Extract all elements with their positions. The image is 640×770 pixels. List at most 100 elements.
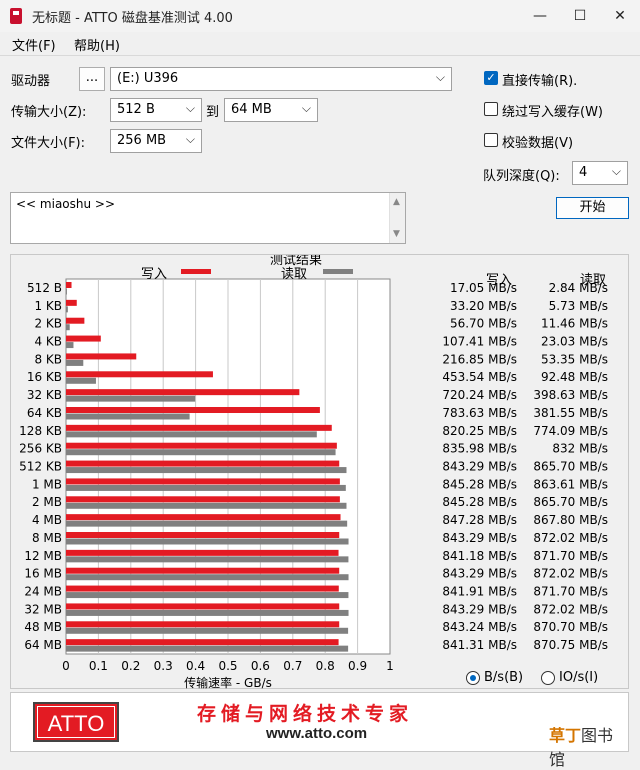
file-size-select[interactable]: 256 MB ⌵ (110, 129, 202, 153)
transfer-from-value: 512 B (117, 102, 155, 117)
write-speed-value: 845.28 MB/s (442, 495, 517, 509)
bar-read (66, 627, 349, 634)
y-category-label: 64 MB (24, 638, 62, 652)
browse-button[interactable]: ... (79, 67, 105, 91)
write-speed-value: 843.29 MB/s (442, 567, 517, 581)
write-speed-value: 107.41 MB/s (442, 335, 517, 349)
write-speed-value: 17.05 MB/s (450, 281, 517, 295)
start-button[interactable]: 开始 (556, 197, 629, 219)
queue-depth-value: 4 (579, 165, 588, 180)
read-speed-value: 865.70 MB/s (533, 495, 608, 509)
read-speed-value: 398.63 MB/s (533, 388, 608, 402)
x-tick-label: 0.4 (186, 659, 205, 673)
bar-read (66, 467, 347, 474)
transfer-to-value: 64 MB (231, 102, 272, 117)
y-category-label: 16 KB (27, 370, 62, 384)
banner-url[interactable]: www.atto.com (266, 725, 367, 742)
read-speed-value: 5.73 MB/s (549, 299, 608, 313)
bar-read (66, 324, 70, 331)
legend-read-label: 读取 (281, 267, 307, 282)
x-axis-label: 传输速率 - GB/s (184, 675, 272, 690)
chevron-down-icon: ⌵ (301, 101, 311, 115)
transfer-to-label: 到 (206, 105, 220, 120)
transfer-from-select[interactable]: 512 B ⌵ (110, 98, 202, 122)
y-category-label: 256 KB (19, 442, 62, 456)
results-panel: 0 0.1 0.2 0.3 0.4 0.5 0.6 0.7 0.8 0.9 1 传输速率 - GB/s… (10, 254, 629, 690)
read-speed-value: 92.48 MB/s (541, 370, 608, 384)
banner-slogan: 存储与网络技术专家 (197, 703, 414, 725)
write-speed-value: 843.29 MB/s (442, 460, 517, 474)
bar-read (66, 502, 347, 509)
io-per-sec-radio[interactable] (541, 671, 555, 685)
x-tick-label: 0.2 (121, 659, 140, 673)
menu-file[interactable]: 文件(F) (12, 35, 56, 54)
write-speed-value: 56.70 MB/s (450, 317, 517, 331)
write-speed-value: 783.63 MB/s (442, 406, 517, 420)
bar-write (66, 514, 341, 521)
read-speed-value: 872.02 MB/s (533, 567, 608, 581)
direct-io-checkbox[interactable]: ✓ (484, 71, 498, 85)
bar-write (66, 424, 332, 431)
drive-select[interactable]: (E:) U396 ⌵ (110, 67, 452, 91)
description-text: << miaoshu >> (16, 197, 116, 211)
x-tick-label: 0.3 (154, 659, 173, 673)
file-size-label: 文件大小(F): (11, 136, 86, 151)
y-category-label: 64 KB (27, 406, 62, 420)
y-category-label: 512 KB (19, 460, 62, 474)
read-speed-value: 11.46 MB/s (541, 317, 608, 331)
read-speed-value: 870.70 MB/s (533, 620, 608, 634)
read-speed-value: 774.09 MB/s (533, 424, 608, 438)
bar-write (66, 317, 85, 324)
scroll-down-icon[interactable]: ▼ (393, 229, 400, 239)
bytes-per-sec-label: B/s(B) (484, 670, 524, 685)
bar-read (66, 574, 349, 581)
y-category-label: 48 MB (24, 620, 62, 634)
x-tick-label: 0.7 (283, 659, 302, 673)
bar-write (66, 371, 213, 378)
bar-read (66, 449, 336, 456)
bypass-cache-checkbox[interactable] (484, 102, 498, 116)
legend-read-swatch (323, 269, 353, 274)
bar-write (66, 532, 340, 538)
transfer-to-select[interactable]: 64 MB ⌵ (224, 98, 318, 122)
description-scrollbar[interactable]: ▲ ▼ (389, 193, 405, 243)
bar-read (66, 413, 190, 420)
legend-write-label: 写入 (141, 267, 167, 282)
read-speed-value: 871.70 MB/s (533, 585, 608, 599)
read-speed-value: 872.02 MB/s (533, 602, 608, 616)
minimize-button[interactable]: — (520, 4, 560, 28)
title-bar: 无标题 - ATTO 磁盘基准测试 4.00 — ☐ ✕ (0, 0, 640, 32)
bar-write (66, 389, 300, 396)
window-title: 无标题 - ATTO 磁盘基准测试 4.00 (32, 11, 233, 26)
verify-checkbox[interactable] (484, 133, 498, 147)
y-category-label: 16 MB (24, 567, 62, 581)
write-speed-value: 835.98 MB/s (442, 442, 517, 456)
bar-write (66, 639, 339, 646)
menu-help[interactable]: 帮助(H) (74, 35, 120, 54)
description-box[interactable]: << miaoshu >> ▲ ▼ (10, 192, 406, 244)
chevron-down-icon: ⌵ (185, 132, 195, 146)
x-tick-label: 0.1 (89, 659, 108, 673)
bar-read (66, 520, 348, 527)
write-speed-value: 841.18 MB/s (442, 549, 517, 563)
write-speed-value: 33.20 MB/s (450, 299, 517, 313)
queue-depth-select[interactable]: 4 ⌵ (572, 161, 628, 185)
legend-write-swatch (181, 269, 211, 274)
read-speed-value: 871.70 MB/s (533, 549, 608, 563)
bar-read (66, 306, 68, 313)
chevron-down-icon: ⌵ (435, 70, 445, 84)
x-tick-label: 0.8 (316, 659, 335, 673)
write-speed-value: 841.91 MB/s (442, 585, 517, 599)
read-speed-value: 23.03 MB/s (541, 335, 608, 349)
y-category-label: 24 MB (24, 585, 62, 599)
scroll-up-icon[interactable]: ▲ (393, 197, 400, 207)
y-category-label: 2 MB (32, 495, 62, 509)
io-per-sec-label: IO/s(I) (559, 670, 599, 685)
direct-io-label: 直接传输(R). (502, 74, 578, 89)
bytes-per-sec-radio[interactable] (466, 671, 480, 685)
bar-write (66, 282, 72, 288)
queue-depth-label: 队列深度(Q): (483, 169, 560, 184)
close-button[interactable]: ✕ (600, 4, 640, 28)
y-category-label: 4 MB (32, 513, 62, 527)
maximize-button[interactable]: ☐ (560, 4, 600, 28)
